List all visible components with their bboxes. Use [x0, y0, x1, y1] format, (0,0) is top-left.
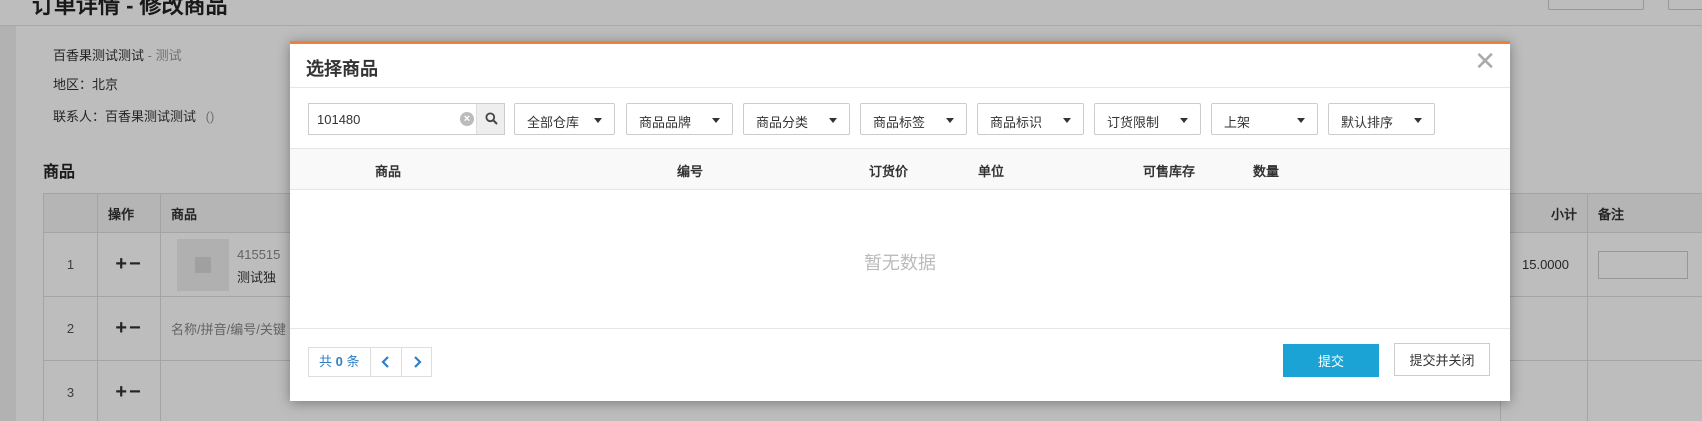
search-box: × [308, 103, 505, 135]
caret-down-icon [946, 118, 954, 123]
pager-prefix: 共 [319, 354, 333, 369]
clear-icon[interactable]: × [460, 112, 474, 126]
col-available-stock: 可售库存 [1143, 164, 1196, 179]
modal-header: 选择商品 ✕ [290, 44, 1510, 88]
prev-page-button[interactable] [371, 348, 401, 376]
pager-suffix: 条 [346, 354, 360, 369]
col-order-price: 订货价 [869, 164, 909, 179]
filter-tag-dropdown[interactable]: 商品标签 [860, 103, 967, 135]
caret-down-icon [712, 118, 720, 123]
filter-brand-label: 商品品牌 [639, 115, 692, 130]
filter-mark-label: 商品标识 [990, 115, 1043, 130]
pagination: 共 0 条 [308, 347, 432, 377]
col-product: 商品 [375, 164, 402, 179]
filter-brand-dropdown[interactable]: 商品品牌 [626, 103, 733, 135]
chevron-left-icon [380, 356, 389, 368]
modal-title: 选择商品 [306, 59, 378, 79]
filter-warehouse-dropdown[interactable]: 全部仓库 [514, 103, 615, 135]
submit-and-close-button[interactable]: 提交并关闭 [1394, 343, 1490, 376]
empty-state-text: 暂无数据 [864, 253, 936, 273]
chevron-right-icon [413, 356, 422, 368]
pager-count: 0 [335, 354, 343, 369]
col-quantity: 数量 [1253, 164, 1280, 179]
col-code: 编号 [677, 164, 704, 179]
close-icon[interactable]: ✕ [1474, 48, 1496, 74]
col-unit: 单位 [978, 164, 1005, 179]
filter-warehouse-label: 全部仓库 [527, 115, 580, 130]
filter-shelf-status-label: 上架 [1224, 115, 1251, 130]
caret-down-icon [594, 118, 602, 123]
filter-sort-dropdown[interactable]: 默认排序 [1328, 103, 1435, 135]
select-product-modal: 选择商品 ✕ × 全部仓库 商品品牌 商品分类 商品标签 [290, 41, 1510, 401]
search-icon [485, 112, 498, 125]
caret-down-icon [1297, 118, 1305, 123]
search-input[interactable] [309, 104, 474, 134]
modal-footer: 共 0 条 提交 提交并关闭 [290, 328, 1510, 404]
filter-category-dropdown[interactable]: 商品分类 [743, 103, 850, 135]
filter-order-limit-dropdown[interactable]: 订货限制 [1094, 103, 1201, 135]
caret-down-icon [829, 118, 837, 123]
filter-shelf-status-dropdown[interactable]: 上架 [1211, 103, 1318, 135]
filter-tag-label: 商品标签 [873, 115, 926, 130]
filter-category-label: 商品分类 [756, 115, 809, 130]
search-button[interactable] [476, 104, 504, 134]
submit-button[interactable]: 提交 [1283, 344, 1379, 377]
caret-down-icon [1414, 118, 1422, 123]
caret-down-icon [1180, 118, 1188, 123]
next-page-button[interactable] [400, 348, 431, 376]
caret-down-icon [1063, 118, 1071, 123]
filter-mark-dropdown[interactable]: 商品标识 [977, 103, 1084, 135]
product-list-header: 商品 编号 订货价 单位 可售库存 数量 [290, 148, 1510, 190]
filter-sort-label: 默认排序 [1341, 115, 1394, 130]
filter-bar: × 全部仓库 商品品牌 商品分类 商品标签 商品标识 [290, 88, 1510, 148]
filter-order-limit-label: 订货限制 [1107, 115, 1160, 130]
pager-total: 共 0 条 [309, 348, 371, 376]
